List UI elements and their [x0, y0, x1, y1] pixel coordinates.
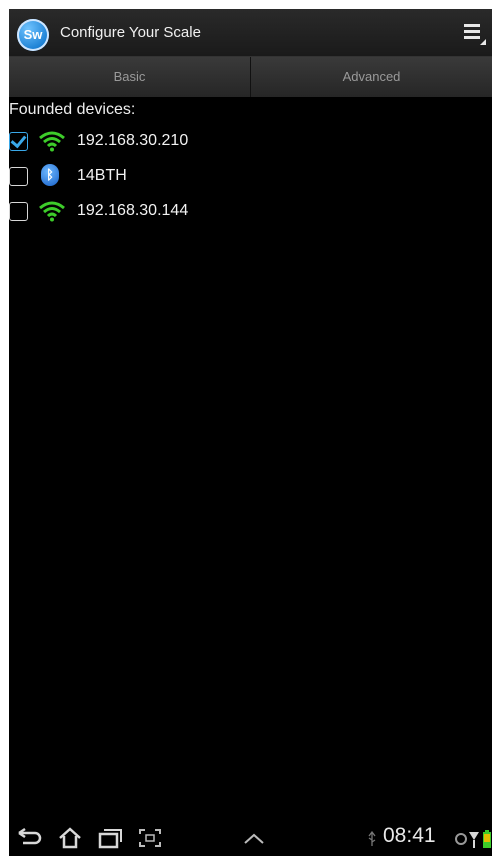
back-icon[interactable]	[17, 827, 43, 849]
status-icons	[455, 830, 491, 848]
tab-bar: Basic Advanced	[9, 57, 492, 97]
device-name: 192.168.30.210	[77, 132, 189, 149]
device-list: 192.168.30.210 ᛒ 14BTH 192.168.30.144	[9, 124, 492, 229]
device-item[interactable]: 192.168.30.144	[9, 194, 492, 229]
up-chevron-icon[interactable]	[241, 827, 267, 849]
wifi-status-icon	[455, 833, 467, 845]
signal-icon	[469, 832, 479, 848]
system-nav-bar: 08:41	[9, 820, 492, 856]
tab-advanced[interactable]: Advanced	[250, 57, 492, 97]
device-checkbox[interactable]	[9, 202, 28, 221]
device-checkbox[interactable]	[9, 131, 28, 151]
bluetooth-icon: ᛒ	[41, 164, 59, 186]
screenshot-icon[interactable]	[137, 827, 163, 849]
device-item[interactable]: 192.168.30.210	[9, 124, 492, 159]
recent-apps-icon[interactable]	[97, 827, 123, 849]
tab-basic[interactable]: Basic	[9, 57, 250, 97]
wifi-icon	[39, 131, 65, 152]
action-bar: Sw Configure Your Scale	[9, 9, 492, 57]
usb-icon	[368, 831, 376, 846]
home-icon[interactable]	[57, 827, 83, 849]
device-name: 14BTH	[77, 167, 127, 184]
app-screen: Sw Configure Your Scale Basic Advanced F…	[9, 9, 492, 856]
device-name: 192.168.30.144	[77, 202, 189, 219]
wifi-icon	[39, 201, 65, 222]
devices-section-label: Founded devices:	[9, 101, 136, 118]
app-logo-icon[interactable]: Sw	[17, 19, 49, 51]
overflow-menu-icon[interactable]	[464, 21, 486, 45]
status-clock: 08:41	[383, 824, 436, 847]
device-checkbox[interactable]	[9, 167, 28, 186]
app-title: Configure Your Scale	[60, 24, 201, 41]
device-item[interactable]: ᛒ 14BTH	[9, 159, 492, 194]
battery-icon	[483, 830, 491, 848]
